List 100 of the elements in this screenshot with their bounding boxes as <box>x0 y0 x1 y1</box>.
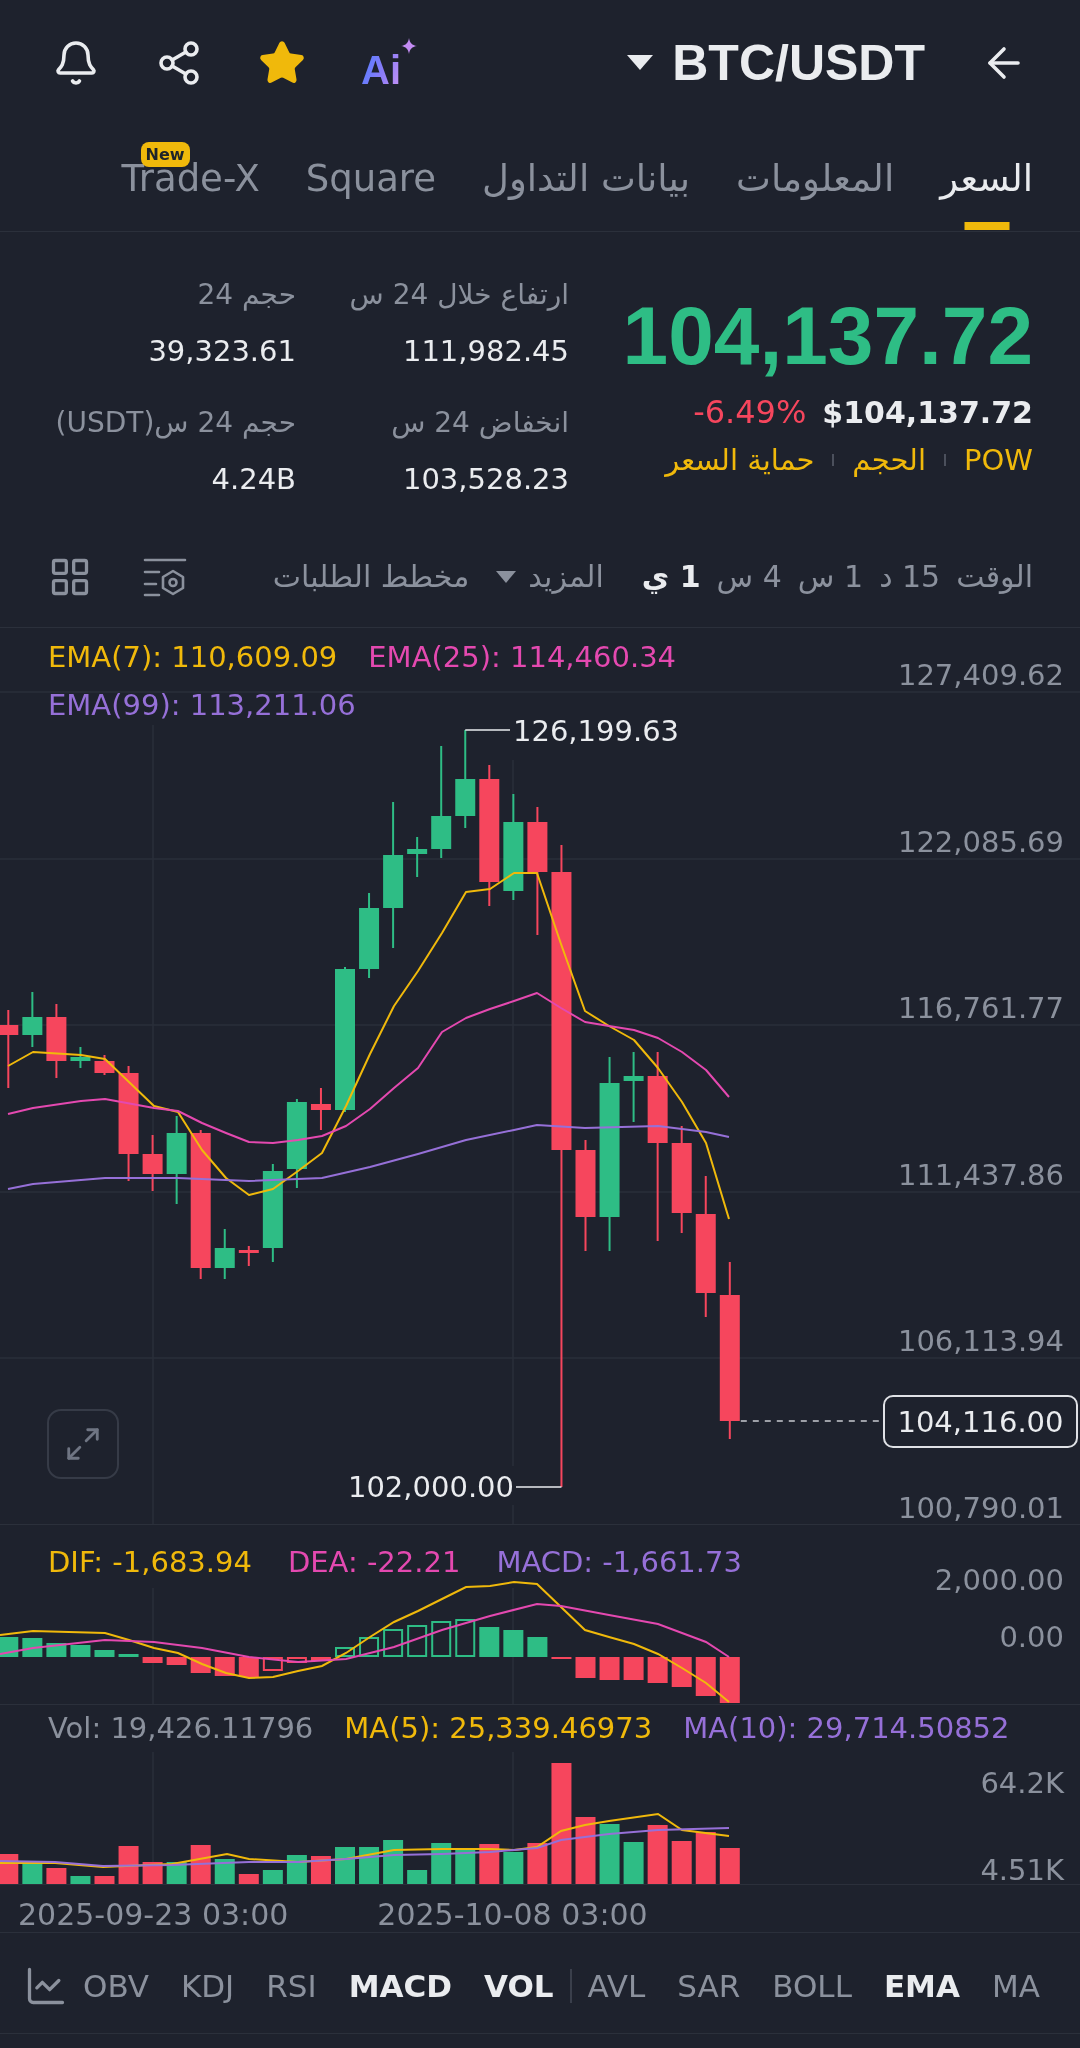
interval-tab[interactable]: 1 س <box>797 556 864 597</box>
price-scale-label: 111,437.86 <box>897 1157 1064 1192</box>
indicator-tab[interactable]: OBV <box>83 1966 149 2006</box>
indicator-tab[interactable]: AVL <box>587 1966 646 2006</box>
histogram-bar <box>166 1657 187 1665</box>
tab[interactable]: Square <box>305 125 436 231</box>
histogram-bar <box>527 1637 548 1657</box>
volume-bar <box>262 1870 283 1884</box>
indicator-tab[interactable]: RSI <box>266 1966 317 2006</box>
volume-bar <box>214 1859 235 1884</box>
volume-bar <box>407 1870 428 1884</box>
tab[interactable]: المعلومات <box>736 125 895 231</box>
interval-tab[interactable]: 1 ي <box>641 556 701 597</box>
legend-label: DEA: -22.21 <box>287 1544 461 1581</box>
candlestick <box>238 1245 259 1267</box>
tab[interactable]: بيانات التداول <box>482 125 691 231</box>
indicator-tab[interactable]: KDJ <box>180 1966 235 2006</box>
volume-bar <box>575 1817 596 1884</box>
histogram-bar <box>575 1657 596 1678</box>
usd-price: $104,137.72 <box>822 394 1033 432</box>
volume-bar <box>527 1843 548 1884</box>
low-price-label: 102,000.00 <box>347 1470 514 1504</box>
interval-tab[interactable]: الوقت <box>956 556 1033 597</box>
histogram-bar <box>599 1657 620 1680</box>
depth-chart-tab[interactable]: مخطط الطلبات <box>272 556 470 597</box>
scale-label: 4.51K <box>980 1853 1064 1884</box>
indicator-tab[interactable]: BOLL <box>772 1966 852 2006</box>
volume-bar <box>22 1863 43 1884</box>
stat-value: 111,982.45 <box>401 333 569 370</box>
volume-bar <box>118 1846 139 1884</box>
volume-bar <box>310 1856 331 1884</box>
volume-bar <box>70 1876 91 1884</box>
candlestick <box>70 1046 91 1069</box>
indicator-tab[interactable]: SAR <box>677 1966 741 2006</box>
histogram-bar <box>671 1657 692 1687</box>
candlestick <box>407 836 428 878</box>
time-axis-label: 2025-10-08 03:00 <box>377 1897 648 1932</box>
info-link[interactable]: الحجم <box>852 438 926 482</box>
stat-value: 103,528.23 <box>401 461 569 498</box>
candlestick <box>623 1051 644 1123</box>
interval-tab[interactable]: 4 س <box>716 556 782 597</box>
price-change: -6.49% <box>693 392 807 433</box>
histogram-bar <box>118 1654 139 1657</box>
high-leader-line <box>464 729 511 731</box>
candlestick <box>94 1054 115 1076</box>
legend-label: Vol: 19,426.11796 <box>48 1710 314 1747</box>
candlestick <box>310 1087 331 1131</box>
volume-bar <box>190 1845 211 1884</box>
histogram-bar <box>0 1637 19 1657</box>
scale-label: 64.2K <box>980 1766 1064 1800</box>
caret-icon <box>627 55 654 70</box>
volume-bar <box>647 1825 668 1884</box>
scale-label: 2,000.00 <box>934 1563 1064 1597</box>
volume-bar <box>599 1824 620 1884</box>
volume-bar <box>94 1876 115 1884</box>
stat-value: 39,323.61 <box>147 333 296 370</box>
legend-label: EMA(99): 113,211.06 <box>48 687 356 724</box>
volume-bar <box>503 1852 524 1884</box>
last-price: 104,137.72 <box>622 291 1033 381</box>
interval-tab[interactable]: 15 د <box>879 556 941 597</box>
histogram-bar <box>359 1637 380 1657</box>
histogram-bar <box>695 1657 716 1696</box>
histogram-bar <box>647 1657 668 1683</box>
histogram-bar <box>286 1657 307 1663</box>
current-price-tag: 104,116.00 <box>883 1395 1078 1448</box>
high-price-label: 126,199.63 <box>513 714 680 748</box>
histogram-bar <box>623 1657 644 1680</box>
time-axis-label: 2025-09-23 03:00 <box>18 1897 289 1932</box>
indicator-tab[interactable]: MACD <box>348 1966 452 2006</box>
histogram-bar <box>238 1657 259 1677</box>
stat-label: ارتفاع خلال 24 س <box>348 277 569 313</box>
stat-label: حجم 24 <box>196 277 296 313</box>
histogram-bar <box>142 1657 163 1663</box>
tab[interactable]: السعر <box>940 125 1033 231</box>
price-scale-label: 106,113.94 <box>897 1324 1064 1359</box>
volume-bar <box>431 1843 452 1884</box>
indicator-tab[interactable]: VOL <box>483 1966 554 2006</box>
sparkle-icon <box>401 37 417 54</box>
expand-button[interactable] <box>47 1409 119 1479</box>
histogram-bar <box>431 1621 452 1657</box>
histogram-bar <box>503 1630 524 1657</box>
low-leader-line <box>515 1486 563 1488</box>
volume-bar <box>719 1848 740 1884</box>
price-scale-label: 100,790.01 <box>897 1491 1064 1524</box>
volume-bar <box>623 1842 644 1884</box>
indicator-settings-icon[interactable] <box>143 556 187 597</box>
histogram-bar <box>262 1657 283 1671</box>
volume-bar <box>238 1874 259 1884</box>
histogram-bar <box>70 1645 91 1657</box>
more-dropdown[interactable]: المزيد <box>496 556 604 597</box>
histogram-bar <box>719 1657 740 1703</box>
candlestick <box>142 1134 163 1192</box>
indicator-tab[interactable]: MA <box>991 1966 1040 2006</box>
histogram-bar <box>310 1657 331 1661</box>
info-link[interactable]: حماية السعر <box>665 438 815 482</box>
volume-bar <box>46 1868 67 1884</box>
pair-selector[interactable]: BTC/USDT <box>627 33 925 92</box>
indicator-tab[interactable]: EMA <box>883 1966 960 2006</box>
info-link[interactable]: POW <box>964 438 1033 482</box>
legend-label: EMA(7): 110,609.09 <box>48 639 338 676</box>
